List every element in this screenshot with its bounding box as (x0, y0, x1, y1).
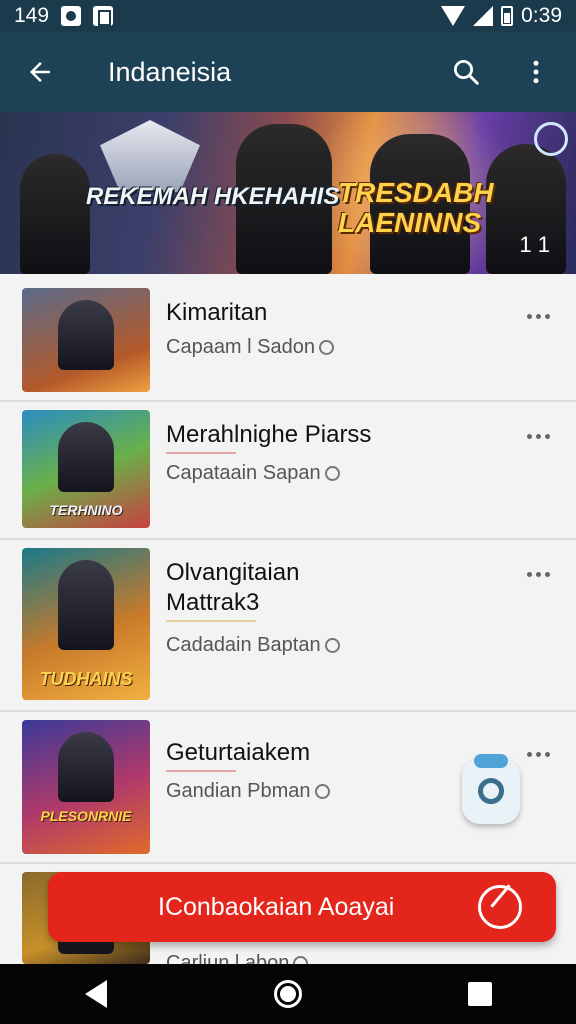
triangle-back-icon (85, 980, 107, 1008)
title-underline (166, 452, 236, 454)
item-title-line2: Mattrak3 (166, 589, 260, 616)
more-vertical-icon (533, 60, 539, 84)
item-subtitle: Cadadain Baptan (166, 632, 340, 658)
item-subtitle-text: Cadadain Baptan (166, 634, 321, 656)
nav-recents-button[interactable] (450, 964, 510, 1024)
square-recents-icon (468, 982, 492, 1006)
thumbnail-image: TUDHAINS (22, 548, 150, 700)
thumbnail-title: TERHNINO (49, 502, 123, 518)
list-item[interactable]: TERHNINO Merahlnighe Piarss Capataain Sa… (0, 402, 576, 540)
thumbnail-character (58, 560, 114, 650)
banner-badge: 1 1 (519, 232, 550, 257)
search-icon (454, 60, 479, 85)
banner-title-right: TRESDABH LAENINNS (338, 177, 494, 238)
nav-back-button[interactable] (66, 964, 126, 1024)
item-title: Geturtaiakem (166, 739, 311, 766)
clock-icon (318, 340, 334, 356)
back-button[interactable] (16, 48, 64, 96)
system-nav-bar (0, 964, 576, 1024)
thumbnail-title: PLESONRNIE (40, 808, 132, 824)
primary-action-button[interactable]: IConbaokaian Aoayai (48, 872, 556, 942)
banner-character (20, 154, 90, 274)
floating-assistant-button[interactable] (462, 754, 520, 824)
thumbnail-title: TUDHAINS (39, 669, 133, 689)
arrow-back-icon (30, 62, 50, 82)
item-subtitle: Capaam l Sadon (166, 334, 334, 360)
search-button[interactable] (442, 48, 490, 96)
camera-notification-icon (61, 6, 82, 26)
robot-eye-icon (478, 778, 504, 804)
list-item[interactable]: TUDHAINS Olvangitaian Mattrak3 Cadadain … (0, 540, 576, 712)
primary-action-label: IConbaokaian Aoayai (158, 892, 395, 921)
item-more-button[interactable] (522, 742, 554, 766)
title-underline (166, 770, 236, 772)
overflow-menu-button[interactable] (512, 48, 560, 96)
item-more-button[interactable] (522, 304, 554, 328)
sword-emblem-icon (534, 122, 568, 156)
item-subtitle: Capataain Sapan (166, 460, 371, 486)
page-title: Indaneisia (108, 56, 232, 87)
thumbnail-character (58, 300, 114, 370)
title-underline (166, 620, 256, 622)
signal-icon (473, 6, 494, 26)
item-title: Olvangitaian (166, 559, 300, 586)
banner-title-left: REKEMAH HKEHAHIS (86, 183, 340, 210)
compass-icon (478, 885, 522, 929)
thumbnail-image: PLESONRNIE (22, 720, 150, 854)
thumbnail-character (58, 732, 114, 802)
thumbnail-image: TERHNINO (22, 410, 150, 528)
nav-home-button[interactable] (258, 964, 318, 1024)
item-subtitle: Gandian Pbman (166, 778, 330, 804)
item-subtitle-text: Gandian Pbman (166, 780, 311, 802)
item-title: Merahlnighe Piarss (166, 421, 372, 448)
wifi-icon (441, 6, 466, 26)
item-subtitle-text: Capaam l Sadon (166, 336, 315, 358)
thumbnail-character (58, 422, 114, 492)
home-circle-icon (274, 980, 302, 1008)
status-time: 0:39 (521, 4, 562, 27)
clock-icon (324, 638, 340, 654)
hero-banner[interactable]: REKEMAH HKEHAHIS TRESDABH LAENINNS 1 1 (0, 112, 576, 274)
battery-icon (501, 6, 514, 26)
item-title: Kimaritan (166, 299, 268, 326)
document-notification-icon (93, 6, 114, 26)
clock-icon (314, 784, 330, 800)
item-more-button[interactable] (522, 424, 554, 448)
clock-icon (324, 466, 340, 482)
list-item[interactable]: Kimaritan Capaam l Sadon (0, 276, 576, 402)
item-subtitle-text: Capataain Sapan (166, 462, 321, 484)
app-bar: Indaneisia (0, 32, 576, 112)
thumbnail-image (22, 288, 150, 392)
status-number: 149 (14, 4, 50, 27)
item-more-button[interactable] (522, 562, 554, 586)
status-bar: 149 0:39 (0, 0, 576, 32)
